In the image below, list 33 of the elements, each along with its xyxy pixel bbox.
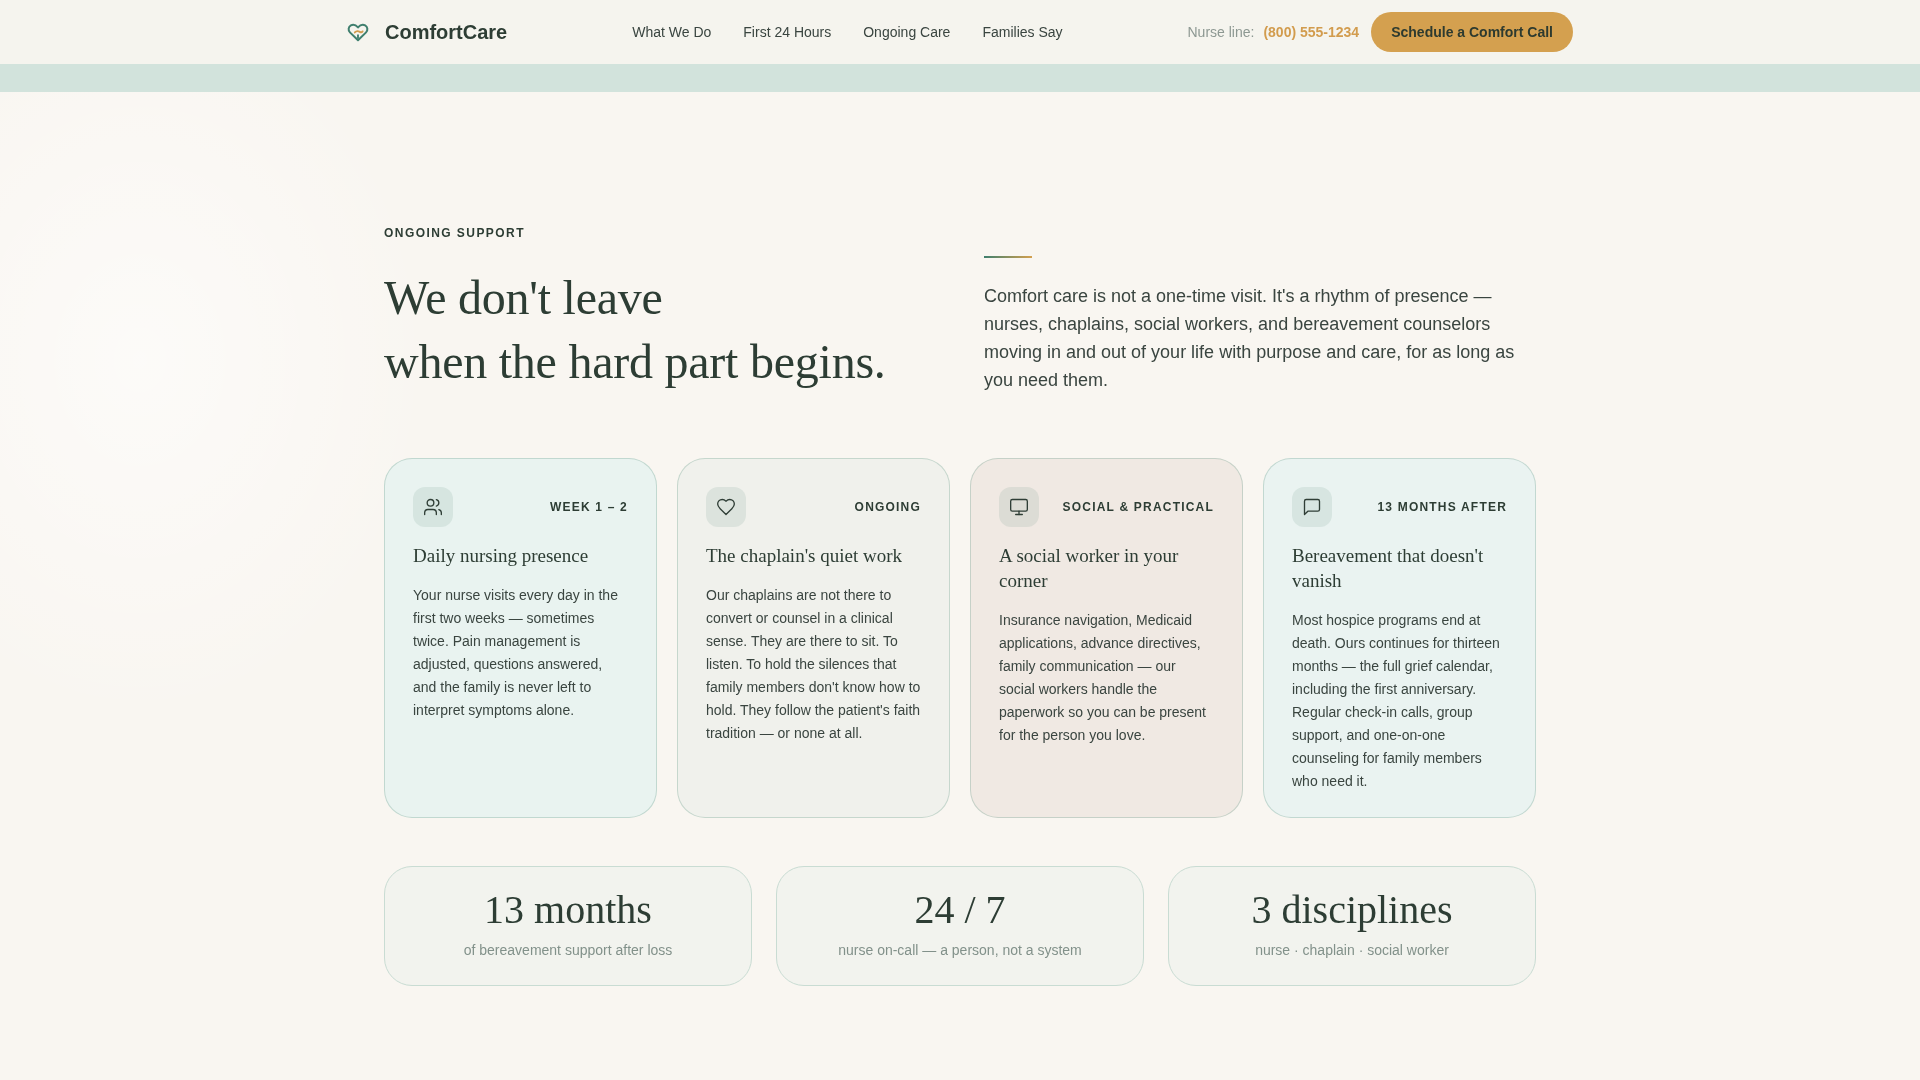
card-text: Our chaplains are not there to convert or counsel in a clinical sense. They are there to sit. To listen. To hold the silences that family members don't know how to hold. They follow the patient's faith tradition — or none at all.: [706, 586, 921, 743]
card-tag: 13 MONTHS AFTER: [1377, 500, 1507, 514]
card-title: The chaplain's quiet work: [706, 544, 903, 568]
stat-value: 3 disciplines: [1250, 886, 1454, 934]
chat-bubble-icon: [1292, 487, 1332, 527]
nurse-line-label: Nurse line:: [1187, 24, 1255, 40]
heart-icon: [706, 487, 746, 527]
nav-link[interactable]: Ongoing Care: [863, 24, 951, 40]
stat-caption: nurse · chaplain · social worker: [1254, 941, 1450, 960]
section-heading: We don't leave when the hard part begins.: [384, 270, 887, 390]
nav-link[interactable]: What We Do: [632, 24, 712, 40]
people-icon: [413, 487, 453, 527]
stat-value: 13 months: [483, 886, 653, 934]
card-title: Bereavement that doesn't vanish: [1292, 544, 1485, 593]
card-text: Your nurse visits every day in the first two weeks — sometimes twice. Pain management is adjusted, questions answered, and the family is never left to interpret symptoms alone.: [413, 586, 619, 720]
brand-name[interactable]: ComfortCare: [385, 20, 508, 44]
card-tag: ONGOING: [854, 500, 921, 514]
card-tag: SOCIAL & PRACTICAL: [1062, 500, 1214, 514]
intro-paragraph: Comfort care is not a one-time visit. It's a rhythm of presence — nurses, chaplains, social workers, and bereavement counselors moving in and out of your life with purpose and care, for as long as you need them.: [984, 285, 1516, 392]
stat-caption: of bereavement support after loss: [462, 941, 674, 960]
card-title: Daily nursing presence: [413, 544, 590, 568]
schedule-call-button[interactable]: Schedule a Comfort Call: [1371, 12, 1573, 52]
stat-caption: nurse on-call — a person, not a system: [837, 941, 1083, 960]
card-tag: WEEK 1 – 2: [549, 500, 628, 514]
stat-value: 24 / 7: [913, 886, 1007, 934]
monitor-icon: [999, 487, 1039, 527]
nav-link[interactable]: First 24 Hours: [743, 24, 832, 40]
card-text: Insurance navigation, Medicaid applications, advance directives, family communication — our social workers handle the paperwork so you can be present for the person you love.: [999, 611, 1207, 745]
section-eyebrow: ONGOING SUPPORT: [384, 225, 526, 241]
card-title: A social worker in your corner: [999, 544, 1180, 593]
heart-logo-icon[interactable]: [347, 21, 369, 43]
card-text: Most hospice programs end at death. Ours continues for thirteen months — the full grief calendar, including the first anniversary. Regular check-in calls, group support, and one-on-one counseling for family members who need it.: [1292, 611, 1501, 791]
nav-link[interactable]: Families Say: [982, 24, 1063, 40]
